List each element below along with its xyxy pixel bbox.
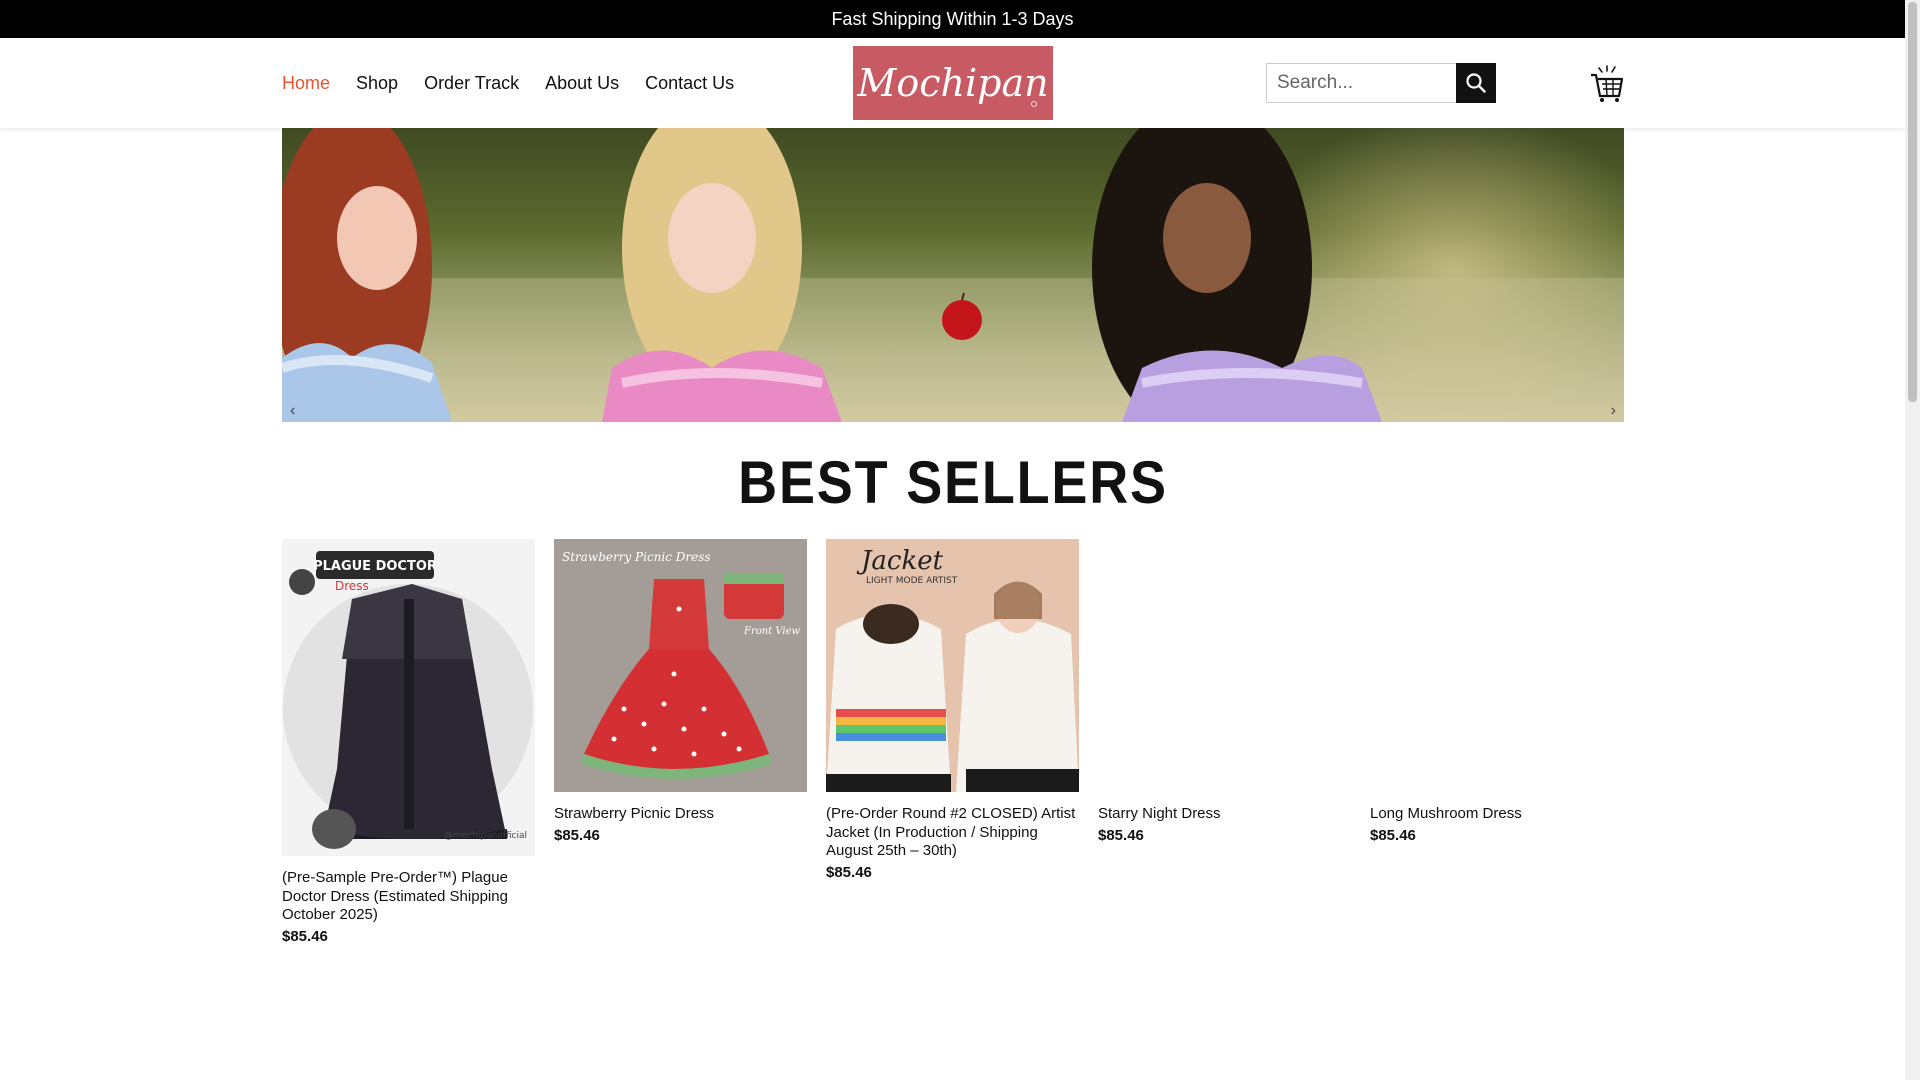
site-header: Home Shop Order Track About Us Contact U… xyxy=(0,38,1905,128)
product-image-strawberry[interactable]: Strawberry Picnic Dress Front View xyxy=(554,539,807,792)
product-price: $85.46 xyxy=(1098,826,1144,844)
search-input[interactable] xyxy=(1266,63,1456,103)
product-name[interactable]: Starry Night Dress xyxy=(1098,805,1351,824)
product-price: $85.46 xyxy=(1370,826,1416,844)
nav-shop[interactable]: Shop xyxy=(356,73,398,94)
svg-text:@mochipanofficial: @mochipanofficial xyxy=(444,831,527,841)
product-name[interactable]: (Pre-Sample Pre-Order™) Plague Doctor Dr… xyxy=(282,869,535,925)
cart-icon xyxy=(1591,65,1624,102)
hero-prev-icon[interactable]: ‹ xyxy=(290,402,295,420)
page-scrollbar[interactable] xyxy=(1905,0,1920,1080)
strawberry-dress-illustration: Strawberry Picnic Dress Front View xyxy=(554,539,807,792)
logo-mark: Mochipan xyxy=(853,46,1053,120)
product-name[interactable]: Long Mushroom Dress xyxy=(1370,805,1623,824)
scrollbar-thumb[interactable] xyxy=(1908,2,1917,402)
svg-text:Strawberry Picnic Dress: Strawberry Picnic Dress xyxy=(562,550,711,564)
hero-image xyxy=(282,128,1624,422)
product-card[interactable]: PLAGUE DOCTOR Dress @mochipanofficial (P… xyxy=(282,539,535,945)
svg-text:Front View: Front View xyxy=(743,626,801,637)
search-button[interactable] xyxy=(1456,63,1496,103)
nav-about-us[interactable]: About Us xyxy=(545,73,619,94)
product-card[interactable]: Starry Night Dress $85.46 xyxy=(1098,539,1351,844)
search-icon xyxy=(1466,73,1486,93)
hero-next-icon[interactable]: › xyxy=(1611,402,1616,420)
product-card[interactable]: Jacket LIGHT MODE ARTIST (Pre-Order Roun… xyxy=(826,539,1079,881)
site-logo[interactable]: Mochipan xyxy=(853,46,1053,120)
nav-order-track[interactable]: Order Track xyxy=(424,73,519,94)
section-title: BEST SELLERS xyxy=(738,449,1168,516)
product-price: $85.46 xyxy=(554,826,600,844)
product-image-long-mushroom[interactable] xyxy=(1370,539,1623,792)
logo-text: Mochipan xyxy=(856,61,1048,105)
product-price: $85.46 xyxy=(826,863,872,881)
search-form xyxy=(1266,63,1496,103)
svg-text:Dress: Dress xyxy=(335,579,369,593)
nav-contact-us[interactable]: Contact Us xyxy=(645,73,734,94)
product-card[interactable]: Strawberry Picnic Dress Front View Straw… xyxy=(554,539,807,844)
plague-doctor-illustration: PLAGUE DOCTOR Dress @mochipanofficial xyxy=(282,539,535,856)
product-name[interactable]: Strawberry Picnic Dress xyxy=(554,805,807,824)
product-image-plague-doctor[interactable]: PLAGUE DOCTOR Dress @mochipanofficial xyxy=(282,539,535,856)
main-nav: Home Shop Order Track About Us Contact U… xyxy=(282,38,734,128)
svg-text:LIGHT MODE ARTIST: LIGHT MODE ARTIST xyxy=(866,576,958,586)
product-name[interactable]: (Pre-Order Round #2 CLOSED) Artist Jacke… xyxy=(826,805,1079,861)
product-image-starry-night[interactable] xyxy=(1098,539,1351,792)
hero-banner[interactable]: ‹ › xyxy=(282,128,1624,422)
product-price: $85.46 xyxy=(282,927,328,945)
svg-text:PLAGUE DOCTOR: PLAGUE DOCTOR xyxy=(313,559,437,574)
announcement-bar: Fast Shipping Within 1-3 Days xyxy=(0,0,1905,38)
product-grid: PLAGUE DOCTOR Dress @mochipanofficial (P… xyxy=(282,539,1624,959)
product-image-artist-jacket[interactable]: Jacket LIGHT MODE ARTIST xyxy=(826,539,1079,792)
product-card[interactable]: Long Mushroom Dress $85.46 xyxy=(1370,539,1623,844)
cart-button[interactable] xyxy=(1589,63,1625,103)
artist-jacket-photo: Jacket LIGHT MODE ARTIST xyxy=(826,539,1079,792)
announcement-text: Fast Shipping Within 1-3 Days xyxy=(831,8,1074,29)
svg-text:Jacket: Jacket xyxy=(856,546,944,576)
nav-home[interactable]: Home xyxy=(282,73,330,94)
